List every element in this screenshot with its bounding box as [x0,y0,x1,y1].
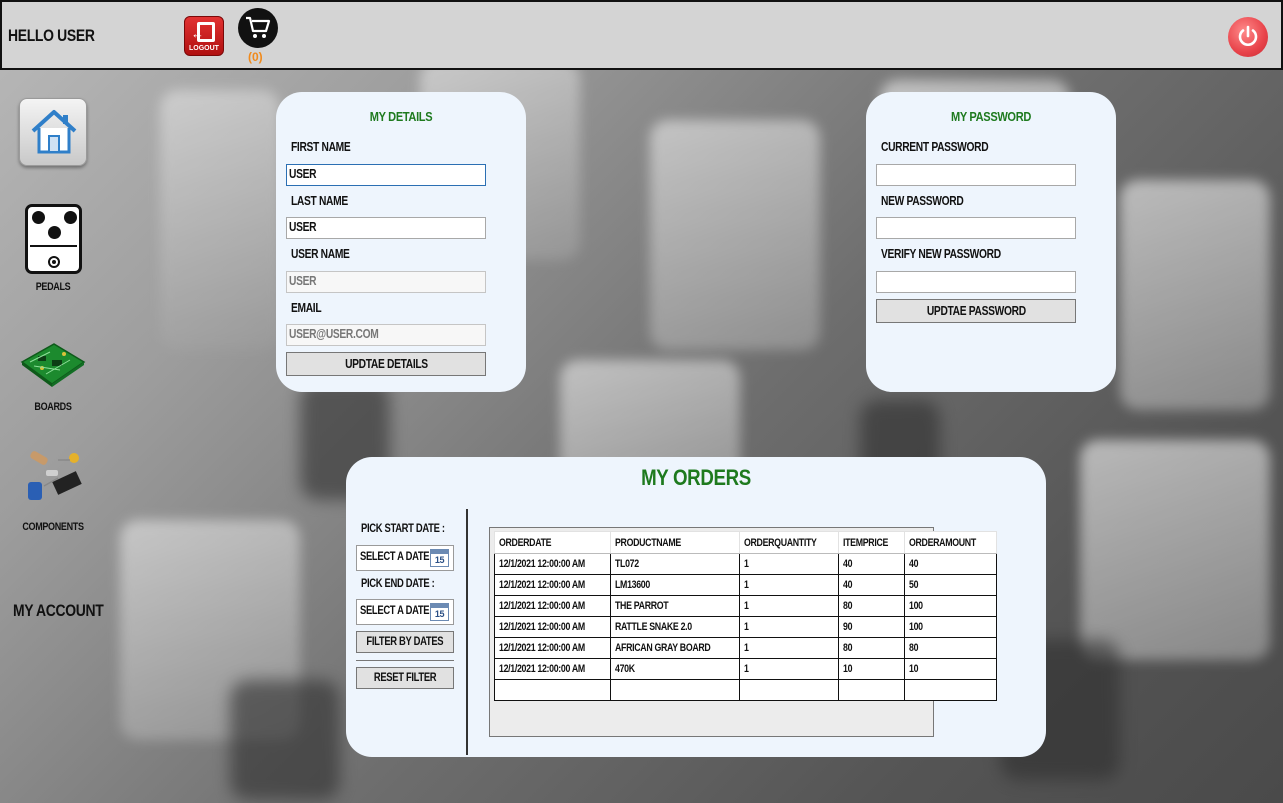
logout-button[interactable]: ← LOGOUT [184,16,224,56]
start-date-picker[interactable]: SELECT A DATE 15 [356,545,454,571]
sidebar-item-boards[interactable]: BOARDS [8,401,98,413]
divider [356,660,454,661]
calendar-icon[interactable]: 15 [430,603,449,621]
email-input: USER@USER.COM [286,324,486,346]
orders-table: ORDERDATE PRODUCTNAME ORDERQUANTITY ITEM… [493,531,998,701]
vertical-divider [466,509,468,755]
table-new-row[interactable] [493,679,998,701]
table-row[interactable]: 12/1/2021 12:00:00 AM AFRICAN GRAY BOARD… [493,637,998,659]
current-password-label: CURRENT PASSWORD [881,140,989,154]
last-name-input[interactable]: USER [286,217,486,239]
end-date-picker[interactable]: SELECT A DATE 15 [356,599,454,625]
calendar-icon[interactable]: 15 [430,549,449,567]
verify-password-input[interactable] [876,271,1076,293]
first-name-input[interactable]: USER [286,164,486,186]
table-row[interactable]: 12/1/2021 12:00:00 AM 470K 1 10 10 [493,658,998,680]
logout-label: LOGOUT [189,45,219,52]
home-icon [31,110,77,154]
top-bar: HELLO USER ← LOGOUT (0) [0,0,1283,70]
sidebar-item-pedals[interactable]: PEDALS [8,281,98,293]
new-password-input[interactable] [876,217,1076,239]
orders-grid[interactable]: ORDERDATE PRODUCTNAME ORDERQUANTITY ITEM… [489,527,998,737]
my-orders-panel: MY ORDERS PICK START DATE : SELECT A DAT… [346,457,1046,757]
table-row[interactable]: 12/1/2021 12:00:00 AM TL072 1 40 40 [493,553,998,575]
current-password-input[interactable] [876,164,1076,186]
column-header-itemprice[interactable]: ITEMPRICE [838,531,905,554]
my-details-panel: MY DETAILS FIRST NAME USER LAST NAME USE… [276,92,526,392]
components-icon [28,451,82,500]
components-nav-button[interactable] [24,448,86,513]
first-name-label: FIRST NAME [291,140,351,154]
my-password-title: MY PASSWORD [951,109,1031,124]
table-row[interactable]: 12/1/2021 12:00:00 AM RATTLE SNAKE 2.0 1… [493,616,998,638]
reset-filter-button[interactable]: RESET FILTER [356,667,454,689]
cart-count: (0) [248,50,263,64]
email-label: EMAIL [291,301,322,315]
table-row[interactable]: 12/1/2021 12:00:00 AM THE PARROT 1 80 10… [493,595,998,617]
greeting: HELLO USER [8,26,95,45]
user-name-input: USER [286,271,486,293]
table-header-row: ORDERDATE PRODUCTNAME ORDERQUANTITY ITEM… [493,531,998,554]
power-button[interactable] [1228,17,1268,57]
my-orders-title: MY ORDERS [641,465,751,490]
my-details-title: MY DETAILS [369,109,433,124]
verify-password-label: VERIFY NEW PASSWORD [881,247,1001,261]
update-details-button[interactable]: UPDTAE DETAILS [286,352,486,376]
column-header-orderamount[interactable]: ORDERAMOUNT [903,531,998,554]
start-date-label: PICK START DATE : [361,523,445,535]
table-row[interactable]: 12/1/2021 12:00:00 AM LM13600 1 40 50 [493,574,998,596]
user-name-label: USER NAME [291,247,350,261]
filter-by-dates-button[interactable]: FILTER BY DATES [356,631,454,653]
column-header-orderquantity[interactable]: ORDERQUANTITY [738,531,840,554]
last-name-label: LAST NAME [291,194,348,208]
new-password-label: NEW PASSWORD [881,194,964,208]
circuit-board-icon [20,343,86,387]
boards-nav-button[interactable] [20,340,86,393]
column-header-orderdate[interactable]: ORDERDATE [493,531,612,554]
update-password-button[interactable]: UPDTAE PASSWORD [876,299,1076,323]
cart-icon [246,16,271,38]
my-password-panel: MY PASSWORD CURRENT PASSWORD NEW PASSWOR… [866,92,1116,392]
end-date-label: PICK END DATE : [361,578,435,590]
power-icon [1238,25,1258,46]
column-header-productname[interactable]: PRODUCTNAME [610,531,740,554]
pedals-nav-button[interactable] [25,204,82,274]
sidebar-item-components[interactable]: COMPONENTS [8,521,98,533]
home-button[interactable] [19,98,87,166]
cart-button[interactable] [238,8,278,48]
sidebar-item-my-account[interactable]: MY ACCOUNT [13,601,104,621]
